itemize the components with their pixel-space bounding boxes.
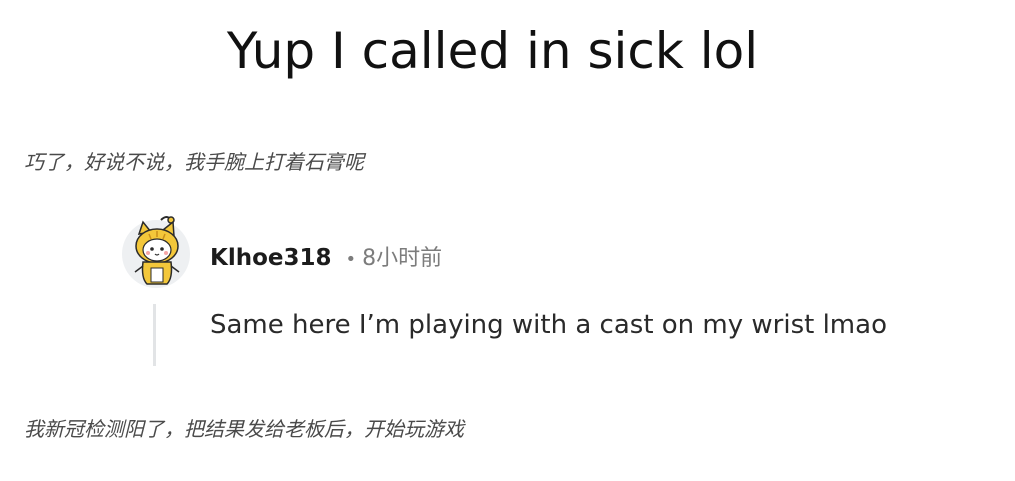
caption-translation-2: 我新冠检测阳了，把结果发给老板后，开始玩游戏 bbox=[24, 417, 464, 441]
meta-separator: • bbox=[345, 249, 357, 270]
comment-timestamp[interactable]: 8小时前 bbox=[362, 240, 442, 272]
comment-username[interactable]: Klhoe318 bbox=[210, 245, 332, 271]
comment-body: Same here I’m playing with a cast on my … bbox=[210, 310, 887, 340]
comment: Klhoe318 • 8小时前 Same here I’m playing wi… bbox=[121, 212, 981, 372]
yellow-cat-avatar-icon bbox=[122, 216, 190, 288]
user-avatar[interactable] bbox=[121, 212, 191, 288]
thread-line[interactable] bbox=[153, 304, 156, 366]
comment-meta: Klhoe318 • 8小时前 bbox=[210, 240, 442, 272]
caption-translation-1: 巧了，好说不说，我手腕上打着石膏呢 bbox=[24, 150, 364, 174]
post-title: Yup I called in sick lol bbox=[226, 22, 759, 80]
